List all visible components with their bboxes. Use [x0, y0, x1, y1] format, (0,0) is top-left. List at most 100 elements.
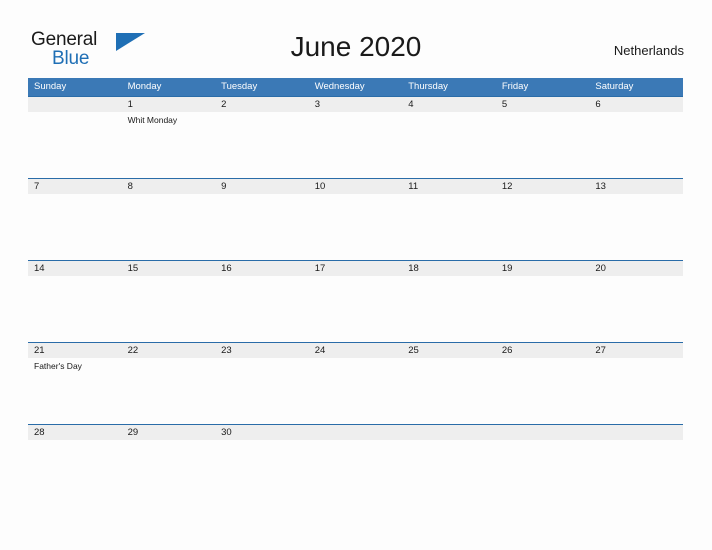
day-number: 19	[501, 263, 513, 274]
day-cell[interactable]	[215, 358, 309, 424]
day-number: 17	[314, 263, 326, 274]
day-cell[interactable]	[28, 276, 122, 342]
day-cell[interactable]	[28, 194, 122, 260]
day-number: 12	[501, 181, 513, 192]
week-row: 21 22 23 24 25 26 27 Father's Day	[28, 342, 683, 424]
day-cell[interactable]	[589, 194, 683, 260]
day-number: 25	[408, 345, 419, 356]
day-number: 10	[314, 181, 326, 192]
day-number	[589, 425, 683, 440]
page-header: General Blue June 2020 Netherlands	[0, 0, 712, 76]
calendar-page: General Blue June 2020 Netherlands Sunda…	[0, 0, 712, 550]
day-number: 20	[595, 263, 606, 274]
day-cell[interactable]	[122, 358, 216, 424]
day-cell[interactable]	[215, 194, 309, 260]
day-cell[interactable]	[402, 194, 496, 260]
day-number: 8	[127, 181, 133, 192]
day-number: 29	[127, 427, 139, 438]
weekday-header-wednesday: Wednesday	[314, 81, 365, 92]
day-number: 9	[221, 181, 227, 192]
day-cell	[589, 440, 683, 470]
day-number: 22	[127, 345, 139, 356]
day-cell[interactable]	[496, 358, 590, 424]
day-cell[interactable]	[122, 194, 216, 260]
week-date-band: 14 15 16 17 18 19 20	[28, 261, 683, 276]
day-number	[496, 425, 590, 440]
weekday-header-thursday: Thursday	[408, 81, 448, 92]
day-number: 30	[221, 427, 232, 438]
day-number: 24	[314, 345, 326, 356]
day-cell[interactable]: Whit Monday	[122, 112, 216, 178]
day-cell[interactable]	[496, 112, 590, 178]
day-cell[interactable]: Father's Day	[28, 358, 122, 424]
day-number: 18	[408, 263, 419, 274]
calendar-grid: Sunday Monday Tuesday Wednesday Thursday…	[28, 78, 683, 470]
week-date-band: 21 22 23 24 25 26 27	[28, 343, 683, 358]
week-event-band	[28, 440, 683, 470]
event-label: Father's Day	[34, 361, 82, 371]
day-cell[interactable]	[496, 276, 590, 342]
day-cell[interactable]	[122, 276, 216, 342]
event-label: Whit Monday	[127, 115, 178, 125]
day-number: 5	[501, 99, 508, 110]
week-event-band	[28, 276, 683, 342]
weekday-header-saturday: Saturday	[595, 81, 634, 92]
weekday-header-tuesday: Tuesday	[221, 81, 258, 92]
day-cell[interactable]	[589, 276, 683, 342]
day-number: 11	[408, 181, 419, 192]
country-label: Netherlands	[613, 43, 684, 58]
day-cell[interactable]	[402, 276, 496, 342]
week-date-band: 7 8 9 10 11 12 13	[28, 179, 683, 194]
weekday-header-monday: Monday	[127, 81, 162, 92]
week-date-band: 28 29 30	[28, 425, 683, 440]
day-number: 23	[221, 345, 232, 356]
day-cell[interactable]	[309, 358, 403, 424]
week-row: 28 29 30	[28, 424, 683, 470]
weekday-header-friday: Friday	[501, 81, 529, 92]
week-event-band	[28, 194, 683, 260]
day-number: 2	[221, 99, 227, 110]
day-cell[interactable]	[28, 440, 122, 470]
day-cell	[402, 440, 496, 470]
day-cell[interactable]	[309, 112, 403, 178]
day-number	[309, 425, 403, 440]
day-cell[interactable]	[496, 194, 590, 260]
day-cell[interactable]	[402, 112, 496, 178]
day-number: 3	[314, 99, 320, 110]
day-number: 28	[34, 427, 45, 438]
week-row: 14 15 16 17 18 19 20	[28, 260, 683, 342]
day-number: 6	[595, 99, 601, 110]
week-row: 7 8 9 10 11 12 13	[28, 178, 683, 260]
day-cell[interactable]	[122, 440, 216, 470]
day-number: 15	[127, 263, 139, 274]
day-number: 4	[408, 99, 414, 110]
day-number: 26	[501, 345, 513, 356]
day-number: 1	[127, 99, 133, 110]
day-number	[402, 425, 496, 440]
day-cell[interactable]	[215, 276, 309, 342]
day-cell	[496, 440, 590, 470]
day-cell[interactable]	[309, 194, 403, 260]
day-number: 13	[595, 181, 606, 192]
day-cell	[309, 440, 403, 470]
week-date-band: 1 2 3 4 5 6	[28, 97, 683, 112]
weekday-header-row: Sunday Monday Tuesday Wednesday Thursday…	[28, 78, 683, 96]
day-cell[interactable]	[402, 358, 496, 424]
weekday-header-sunday: Sunday	[34, 81, 67, 92]
day-cell[interactable]	[215, 440, 309, 470]
day-number: 16	[221, 263, 232, 274]
day-number	[28, 97, 122, 112]
week-event-band: Father's Day	[28, 358, 683, 424]
week-row: 1 2 3 4 5 6 Whit Monday	[28, 96, 683, 178]
day-cell[interactable]	[589, 358, 683, 424]
day-number: 14	[34, 263, 45, 274]
day-number: 21	[34, 345, 45, 356]
day-number: 27	[595, 345, 606, 356]
week-event-band: Whit Monday	[28, 112, 683, 178]
day-number: 7	[34, 181, 40, 192]
page-title: June 2020	[290, 31, 422, 62]
day-cell[interactable]	[589, 112, 683, 178]
day-cell[interactable]	[28, 112, 122, 178]
day-cell[interactable]	[215, 112, 309, 178]
day-cell[interactable]	[309, 276, 403, 342]
